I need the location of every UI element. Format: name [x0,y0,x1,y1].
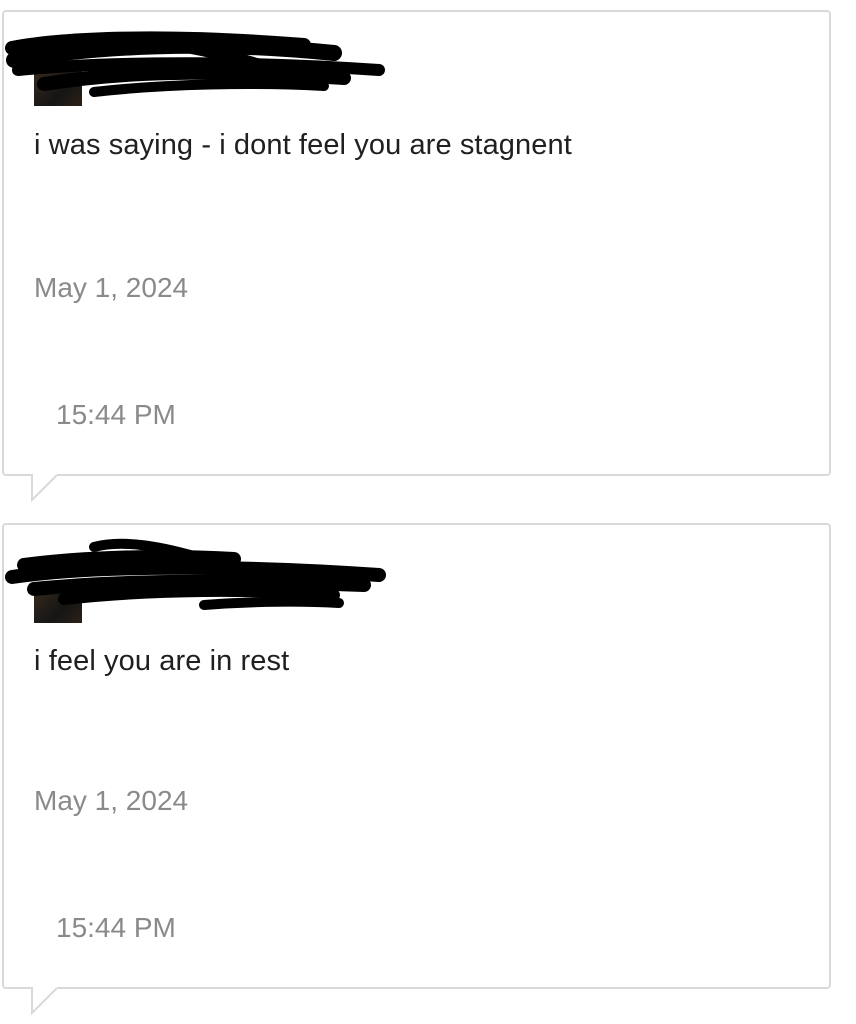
sender-name-redacted [4,12,404,112]
message-bubble[interactable]: i was saying - i dont feel you are stagn… [2,10,831,476]
message-text: i was saying - i dont feel you are stagn… [34,129,572,161]
bubble-tail [31,987,59,1015]
message-bubble[interactable]: i feel you are in rest May 1, 2024 15:44… [2,523,831,989]
redaction-scribble [5,538,386,610]
message-thread: i was saying - i dont feel you are stagn… [0,0,856,1024]
bubble-tail [31,474,59,502]
message-date: May 1, 2024 [34,785,189,816]
message-time: 15:44 PM [56,912,176,943]
sender-name-redacted [4,525,404,625]
message-time: 15:44 PM [56,399,176,430]
message-text: i feel you are in rest [34,645,290,677]
redaction-scribble [5,31,385,97]
message-date: May 1, 2024 [34,272,189,303]
